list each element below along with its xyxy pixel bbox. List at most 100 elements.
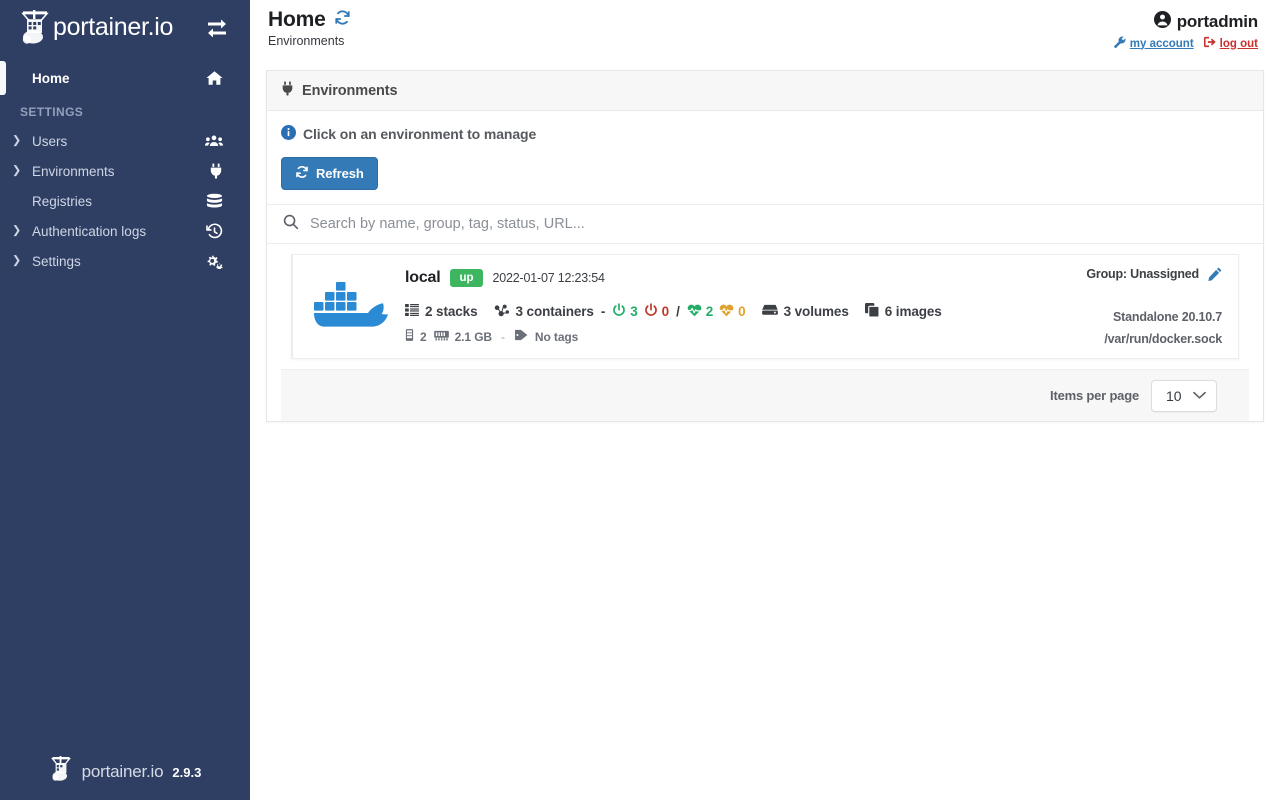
images-label: 6 images	[885, 304, 942, 319]
chevron-right-icon: ❯	[12, 226, 21, 237]
chevron-right-icon: ❯	[12, 136, 21, 147]
status-badge: up	[450, 269, 482, 288]
search-icon	[283, 214, 299, 235]
environment-last-seen: 2022-01-07 12:23:54	[493, 271, 605, 285]
environments-panel: Environments Click on an environment to …	[266, 70, 1264, 422]
sidebar-nav: Home SETTINGS ❯ Users	[0, 63, 250, 276]
pencil-icon[interactable]	[1208, 267, 1222, 281]
panel-body: Click on an environment to manage Refres…	[267, 111, 1263, 421]
environments-list: local up 2022-01-07 12:23:54	[281, 244, 1249, 359]
volumes-stat: 3 volumes	[762, 304, 849, 319]
containers-stat: 3 containers -	[494, 303, 746, 320]
plug-icon	[281, 81, 294, 100]
items-per-page-label: Items per page	[1050, 388, 1139, 403]
sidebar-item-label: Registries	[32, 194, 234, 209]
sidebar-brand-text: portainer.io	[53, 13, 173, 42]
chevron-right-icon: ❯	[12, 166, 21, 177]
containers-unhealthy-count: 0	[738, 304, 745, 319]
images-stat: 6 images	[865, 303, 942, 320]
environment-engine: Standalone 20.10.7	[1049, 310, 1222, 324]
users-icon	[205, 134, 223, 148]
sidebar-item-label: Authentication logs	[32, 224, 234, 239]
user-circle-icon	[1154, 11, 1171, 33]
sidebar-item-authentication-logs[interactable]: ❯ Authentication logs	[0, 216, 250, 246]
portainer-logo-icon	[18, 8, 52, 48]
sidebar-item-settings[interactable]: ❯ Settings	[0, 246, 250, 276]
username-label: portadmin	[1177, 12, 1258, 32]
portainer-logo-footer-icon	[49, 755, 73, 790]
my-account-link[interactable]: my account	[1114, 36, 1194, 51]
sidebar-section-settings: SETTINGS	[0, 93, 250, 126]
containers-slash: /	[676, 304, 680, 319]
topbar: Home Environments	[250, 0, 1280, 56]
cpu-icon	[405, 329, 414, 344]
exchange-arrows-icon[interactable]	[206, 17, 228, 42]
volumes-label: 3 volumes	[784, 304, 849, 319]
environment-info: local up 2022-01-07 12:23:54	[399, 269, 1049, 345]
tags-stat: No tags	[514, 329, 578, 344]
sidebar-item-label: Settings	[32, 254, 234, 269]
heartbeat-icon	[719, 304, 734, 320]
cpu-label: 2	[420, 330, 427, 344]
environment-endpoint: /var/run/docker.sock	[1049, 332, 1222, 346]
info-circle-icon	[281, 125, 296, 143]
environment-name: local	[405, 269, 440, 287]
clone-icon	[865, 303, 879, 320]
wrench-icon	[1114, 36, 1126, 51]
containers-stopped-count: 0	[662, 304, 669, 319]
environment-stats: 2 stacks	[405, 303, 1049, 320]
user-area[interactable]: portadmin	[1114, 11, 1258, 33]
containers-healthy-count: 2	[706, 304, 713, 319]
my-account-label: my account	[1130, 38, 1194, 50]
search-input[interactable]	[310, 216, 1247, 232]
environment-card-local[interactable]: local up 2022-01-07 12:23:54	[291, 254, 1239, 359]
content-area: Environments Click on an environment to …	[250, 56, 1280, 422]
containers-stopped: 0	[644, 303, 669, 320]
home-icon	[206, 71, 223, 86]
sidebar-item-registries[interactable]: Registries	[0, 186, 250, 216]
pagination-bar: Items per page 10	[281, 369, 1249, 421]
heartbeat-icon	[687, 304, 702, 320]
refresh-button[interactable]: Refresh	[281, 157, 378, 190]
panel-title: Environments	[302, 83, 398, 99]
sync-icon	[295, 165, 309, 182]
sidebar-footer-version: 2.9.3	[172, 765, 201, 780]
sidebar-item-home[interactable]: Home	[0, 63, 250, 93]
containers-label: 3 containers	[516, 304, 594, 319]
panel-hint-label: Click on an environment to manage	[303, 126, 536, 142]
sidebar-item-label: Users	[32, 134, 234, 149]
search-bar[interactable]	[267, 204, 1263, 244]
page-title: Home	[268, 8, 326, 32]
sidebar-item-users[interactable]: ❯ Users	[0, 126, 250, 156]
sidebar-item-environments[interactable]: ❯ Environments	[0, 156, 250, 186]
cogs-icon	[205, 253, 223, 269]
topbar-right: portadmin my account	[1114, 8, 1258, 51]
sidebar-brand[interactable]: portainer.io	[0, 0, 250, 55]
panel-header: Environments	[267, 71, 1263, 111]
containers-dash: -	[601, 304, 605, 319]
log-out-link[interactable]: log out	[1204, 36, 1258, 51]
history-icon	[206, 223, 223, 239]
sign-out-icon	[1204, 36, 1216, 51]
items-per-page-select[interactable]: 10	[1151, 380, 1217, 412]
power-icon	[644, 303, 658, 320]
power-icon	[612, 303, 626, 320]
tags-label: No tags	[535, 330, 578, 344]
sidebar-item-label: Home	[32, 71, 234, 86]
resources-separator: -	[501, 330, 505, 344]
sidebar-item-label: Environments	[32, 164, 234, 179]
containers-running-count: 3	[630, 304, 637, 319]
tags-icon	[514, 329, 529, 344]
sidebar-footer: portainer.io 2.9.3	[0, 744, 250, 800]
memory-icon	[434, 330, 449, 344]
main-area: Home Environments	[250, 0, 1280, 800]
stacks-stat: 2 stacks	[405, 304, 478, 319]
refresh-icon[interactable]	[334, 9, 351, 31]
hdd-icon	[762, 304, 778, 319]
docker-whale-icon	[303, 277, 399, 337]
environment-meta: Group: Unassigned Standalone 20.10.7	[1049, 267, 1224, 346]
chevron-right-icon: ❯	[12, 256, 21, 267]
environment-resources: 2	[405, 329, 1049, 344]
cpu-stat: 2	[405, 329, 427, 344]
log-out-label: log out	[1220, 38, 1258, 50]
